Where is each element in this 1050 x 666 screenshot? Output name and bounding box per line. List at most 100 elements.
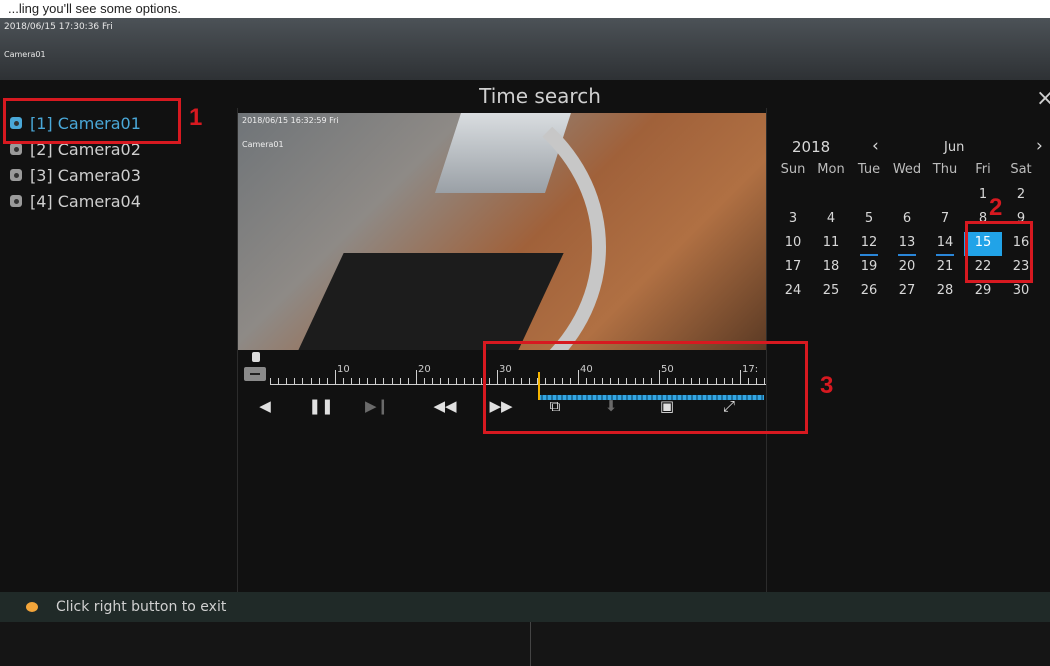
calendar-day[interactable]: 21 [926,256,964,280]
ruler-tick [367,378,368,384]
ruler-tick [481,378,482,384]
ruler-tick [343,378,344,384]
calendar-day[interactable]: 12 [850,232,888,256]
calendar-week-row: 12 [774,184,1050,208]
ruler-tick [335,370,336,384]
ruler-label: 10 [337,364,350,375]
ruler-tick [351,378,352,384]
calendar-day[interactable]: 28 [926,280,964,304]
mouse-icon [26,602,38,612]
ruler-label: 20 [418,364,431,375]
annotation-number-3: 3 [820,372,834,399]
reverse-play-icon[interactable]: ◀ [252,393,278,419]
camera-icon [10,195,22,207]
calendar-day[interactable]: 26 [850,280,888,304]
calendar-day[interactable]: 6 [888,208,926,232]
ruler-tick [294,378,295,384]
close-icon[interactable]: × [1036,86,1050,111]
calendar-day[interactable]: 29 [964,280,1002,304]
weekday-label: Fri [975,162,991,177]
calendar-month: Jun [944,140,965,155]
video-datetime: 2018/06/15 16:32:59 Fri [242,116,339,125]
video-player[interactable] [238,113,766,350]
ruler-tick [400,378,401,384]
weekday-label: Wed [892,162,922,177]
ruler-tick [359,378,360,384]
step-forward-icon[interactable]: ▶❙ [364,393,390,419]
calendar-day[interactable]: 25 [812,280,850,304]
calendar-day[interactable]: 18 [812,256,850,280]
weekday-label: Sat [1010,162,1032,177]
calendar-empty-cell [888,184,926,208]
calendar-day[interactable]: 11 [812,232,850,256]
weekday-label: Thu [932,162,958,177]
ruler-tick [270,378,271,384]
zoom-out-button[interactable] [244,367,266,381]
ruler-tick [448,378,449,384]
ruler-tick [392,378,393,384]
ruler-tick [424,378,425,384]
ruler-tick [464,378,465,384]
calendar-day[interactable]: 24 [774,280,812,304]
chevron-right-icon[interactable]: › [1036,136,1043,156]
status-bar: Click right button to exit [0,592,1050,622]
top-caption: ...ling you'll see some options. [0,0,1050,18]
chevron-left-icon[interactable]: ‹ [872,136,879,156]
osd-datetime: 2018/06/15 17:30:36 Fri [4,22,113,32]
calendar-day[interactable]: 5 [850,208,888,232]
calendar-header: 2018 ‹ Jun › [774,136,1050,162]
annotation-box-controls [483,341,808,434]
osd-camera: Camera01 [4,50,46,59]
zoom-handle[interactable] [252,352,260,362]
camera-item-4[interactable]: [4] Camera04 [10,188,210,214]
camera-icon [10,169,22,181]
annotation-box-camera [3,98,181,144]
ruler-tick [302,378,303,384]
bottom-strip [0,622,1050,666]
calendar-empty-cell [774,184,812,208]
camera-item-3[interactable]: [3] Camera03 [10,162,210,188]
ruler-tick [375,378,376,384]
ruler-tick [319,378,320,384]
calendar-weekdays: Sun Mon Tue Wed Thu Fri Sat [774,162,1050,184]
ruler-tick [440,378,441,384]
calendar-day[interactable]: 19 [850,256,888,280]
calendar-day[interactable]: 27 [888,280,926,304]
status-text: Click right button to exit [56,599,227,615]
calendar-empty-cell [812,184,850,208]
ruler-tick [311,378,312,384]
annotation-number-1: 1 [189,104,203,131]
ruler-tick [456,378,457,384]
calendar-day[interactable]: 4 [812,208,850,232]
calendar-day[interactable]: 13 [888,232,926,256]
ruler-tick [327,378,328,384]
weekday-label: Tue [857,162,881,177]
ruler-tick [416,370,417,384]
camera-icon [10,143,22,155]
ruler-tick [383,378,384,384]
annotation-number-2: 2 [989,194,1003,221]
weekday-label: Mon [817,162,845,177]
weekday-label: Sun [780,162,806,177]
camera-item-label: [4] Camera04 [30,191,141,211]
calendar-empty-cell [850,184,888,208]
calendar-empty-cell [926,184,964,208]
calendar-day[interactable]: 30 [1002,280,1040,304]
pause-icon[interactable]: ❚❚ [308,393,334,419]
camera-item-label: [3] Camera03 [30,165,141,185]
ruler-tick [286,378,287,384]
calendar-day[interactable]: 17 [774,256,812,280]
calendar-day[interactable]: 14 [926,232,964,256]
calendar-year: 2018 [792,138,831,156]
ruler-tick [278,378,279,384]
video-camera-label: Camera01 [242,140,284,149]
ruler-tick [432,378,433,384]
rewind-icon[interactable]: ◀◀ [432,393,458,419]
calendar-day[interactable]: 10 [774,232,812,256]
annotation-box-date [965,221,1033,283]
calendar-day[interactable]: 3 [774,208,812,232]
calendar-day[interactable]: 2 [1002,184,1040,208]
calendar-day[interactable]: 7 [926,208,964,232]
calendar-week-row: 24 25 26 27 28 29 30 [774,280,1050,304]
calendar-day[interactable]: 20 [888,256,926,280]
